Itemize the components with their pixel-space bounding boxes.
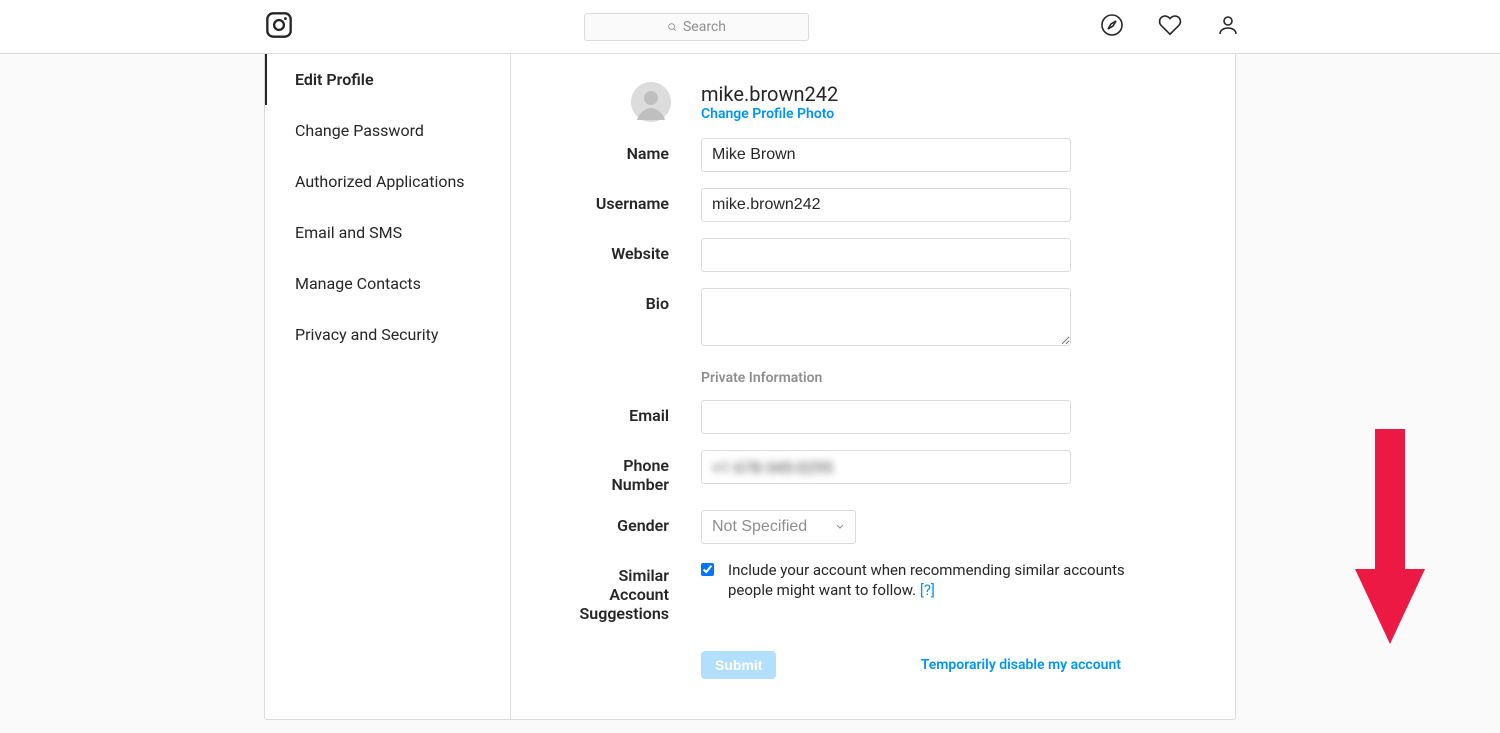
- avatar[interactable]: [631, 82, 671, 122]
- profile-icon[interactable]: [1216, 13, 1240, 41]
- submit-button[interactable]: Submit: [701, 651, 776, 679]
- website-label: Website: [571, 238, 701, 263]
- activity-heart-icon[interactable]: [1158, 13, 1182, 41]
- phone-label: Phone Number: [571, 450, 701, 494]
- help-link[interactable]: [?]: [920, 581, 935, 599]
- search-placeholder: Search: [683, 19, 726, 35]
- sidebar-item-privacy-and-security[interactable]: Privacy and Security: [265, 309, 510, 360]
- sidebar-item-manage-contacts[interactable]: Manage Contacts: [265, 258, 510, 309]
- similar-accounts-description: Include your account when recommending s…: [728, 560, 1131, 600]
- email-input[interactable]: [701, 400, 1071, 434]
- similar-accounts-label: Similar Account Suggestions: [571, 560, 701, 623]
- top-nav: Search: [0, 0, 1500, 54]
- bio-input[interactable]: [701, 288, 1071, 346]
- phone-input[interactable]: +1 678-345-0295: [702, 451, 1070, 485]
- private-information-heading: Private Information: [701, 370, 1175, 386]
- change-profile-photo-link[interactable]: Change Profile Photo: [701, 106, 838, 122]
- annotation-arrow-icon: [1355, 429, 1425, 648]
- gender-select[interactable]: [701, 510, 856, 544]
- username-input[interactable]: [701, 188, 1071, 222]
- name-label: Name: [571, 138, 701, 163]
- website-input[interactable]: [701, 238, 1071, 272]
- search-input[interactable]: Search: [584, 13, 809, 41]
- sidebar-item-edit-profile[interactable]: Edit Profile: [265, 54, 510, 105]
- sidebar-item-authorized-applications[interactable]: Authorized Applications: [265, 156, 510, 207]
- sidebar-item-change-password[interactable]: Change Password: [265, 105, 510, 156]
- instagram-logo-icon[interactable]: [265, 11, 293, 43]
- profile-username: mike.brown242: [701, 82, 838, 106]
- edit-profile-form: mike.brown242 Change Profile Photo Name …: [511, 54, 1235, 719]
- email-label: Email: [571, 400, 701, 425]
- temporarily-disable-account-link[interactable]: Temporarily disable my account: [921, 657, 1121, 673]
- explore-icon[interactable]: [1100, 13, 1124, 41]
- name-input[interactable]: [701, 138, 1071, 172]
- gender-label: Gender: [571, 510, 701, 535]
- username-label: Username: [571, 188, 701, 213]
- settings-panel: Edit Profile Change Password Authorized …: [264, 54, 1236, 720]
- settings-sidebar: Edit Profile Change Password Authorized …: [265, 54, 511, 719]
- bio-label: Bio: [571, 288, 701, 313]
- similar-accounts-checkbox[interactable]: [701, 563, 714, 576]
- sidebar-item-email-and-sms[interactable]: Email and SMS: [265, 207, 510, 258]
